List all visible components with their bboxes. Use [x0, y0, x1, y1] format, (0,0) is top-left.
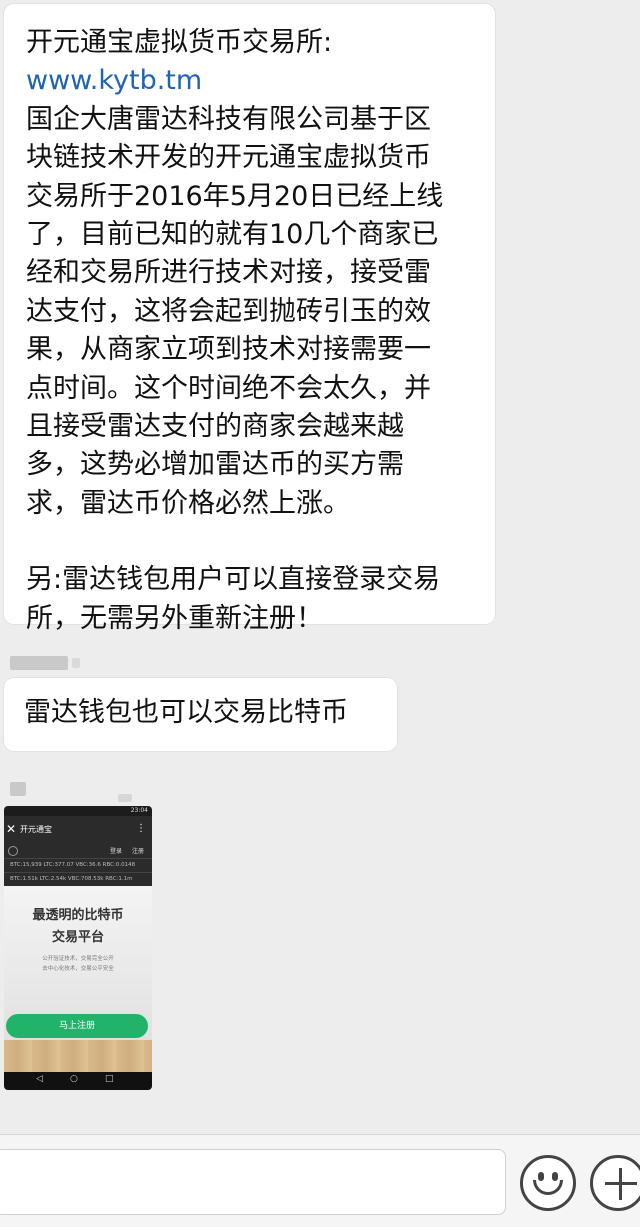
- image-message-phone-screenshot[interactable]: 23:04 ✕ 开元通宝 ⋮ 登录 注册 BTC:15,939 LTC:377.…: [4, 806, 152, 1090]
- message-line: 所，无需另外重新注册！: [26, 602, 323, 634]
- message-line: 了，目前已知的就有10几个商家已: [26, 219, 439, 251]
- message-line: 果，从商家立项到技术对接需要一: [26, 334, 431, 366]
- message-line: 另:雷达钱包用户可以直接登录交易: [26, 564, 441, 596]
- message-line: 达支付，这将会起到抛砖引玉的效: [26, 295, 431, 327]
- message-line: 国企大唐雷达科技有限公司基于区: [26, 103, 431, 135]
- message-line: 多，这势必增加雷达币的买方需: [26, 449, 404, 481]
- sender-name-redacted: [10, 782, 26, 796]
- login-link: 登录: [110, 848, 123, 855]
- logo-icon: [8, 846, 18, 856]
- nav-back-icon: ◁: [36, 1074, 43, 1084]
- ticker-text: BTC:1.51k LTC:2.54k VBC:708.53k RBC:1.1m: [10, 876, 133, 882]
- hero-subtext: 去中心化技术，交易公平安全: [42, 966, 114, 972]
- nav-recents-icon: □: [105, 1074, 114, 1084]
- back-arrow-icon: ✕: [6, 822, 17, 836]
- register-button: 马上注册: [6, 1014, 148, 1038]
- status-bar: 23:04: [4, 806, 152, 816]
- nav-home-icon: ○: [70, 1074, 78, 1084]
- message-line: 且接受雷达支付的商家会越来越: [26, 411, 404, 443]
- message-text: 开元通宝虚拟货币交易所: www.kytb.tm 国企大唐雷达科技有限公司基于区…: [26, 24, 494, 638]
- ticker-row: BTC:1.51k LTC:2.54k VBC:708.53k RBC:1.1m: [4, 872, 152, 887]
- message-line: 开元通宝虚拟货币交易所:: [26, 27, 333, 58]
- message-line: 求，雷达币价格必然上涨。: [26, 487, 350, 519]
- message-bubble-2[interactable]: 雷达钱包也可以交易比特币: [4, 678, 397, 751]
- plus-vertical: [619, 1168, 622, 1200]
- plus-icon[interactable]: [590, 1155, 640, 1211]
- floor-image: [4, 1040, 152, 1072]
- ticker-row: BTC:15,939 LTC:377.07 VBC:36.6 RBC:0.014…: [4, 858, 152, 873]
- soft-nav-bar: ◁ ○ □: [4, 1072, 152, 1090]
- register-link: 注册: [132, 848, 145, 855]
- app-title-bar: ✕ 开元通宝 ⋮: [4, 816, 152, 844]
- hero-subtext: 公开验证技术，交易完全公开: [42, 956, 114, 962]
- emoji-icon[interactable]: [520, 1155, 576, 1211]
- more-vertical-icon: ⋮: [136, 823, 146, 834]
- sender-name-redacted: [118, 794, 132, 802]
- ticker-text: BTC:15,939 LTC:377.07 VBC:36.6 RBC:0.014…: [10, 862, 136, 868]
- message-link[interactable]: www.kytb.tm: [26, 62, 494, 100]
- message-line: 经和交易所进行技术对接，接受雷: [26, 257, 431, 289]
- app-title: 开元通宝: [20, 825, 52, 834]
- sender-name-redacted: [72, 658, 80, 668]
- message-line: 点时间。这个时间绝不会太久，并: [26, 372, 431, 404]
- emoji-mouth: [533, 1180, 563, 1195]
- hero-headline: 交易平台: [51, 930, 104, 945]
- message-line: 交易所于2016年5月20日已经上线: [26, 180, 444, 212]
- app-nav: 登录 注册: [4, 844, 152, 858]
- message-bubble-1[interactable]: 开元通宝虚拟货币交易所: www.kytb.tm 国企大唐雷达科技有限公司基于区…: [4, 4, 495, 634]
- sender-name-redacted: [10, 656, 68, 670]
- hero-headline: 最透明的比特币: [32, 908, 124, 923]
- chat-input-bar: [0, 1134, 640, 1227]
- message-input[interactable]: [0, 1149, 506, 1215]
- status-time: 23:04: [130, 807, 148, 814]
- message-text: 雷达钱包也可以交易比特币: [24, 697, 348, 728]
- message-line: 块链技术开发的开元通宝虚拟货币: [26, 142, 431, 174]
